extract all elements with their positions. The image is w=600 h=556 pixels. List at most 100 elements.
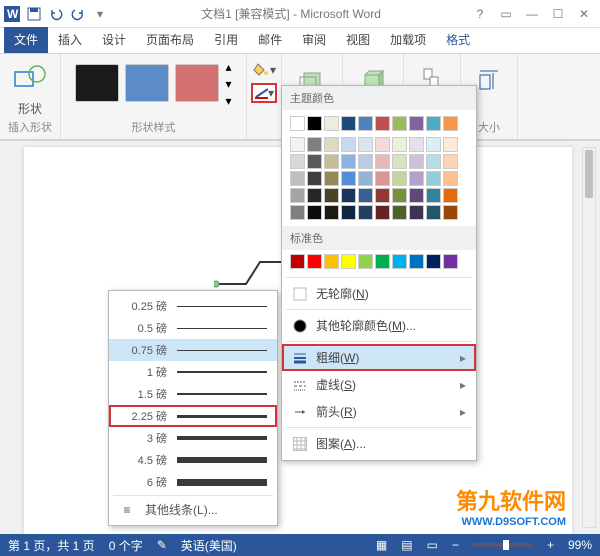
weight-option[interactable]: 4.5 磅 [109,449,277,471]
color-swatch[interactable] [392,205,407,220]
shape-outline-button[interactable]: ▾ [251,83,277,103]
menu-other-lines[interactable]: ≡ 其他线条(L)... [109,498,277,521]
color-swatch[interactable] [307,188,322,203]
status-page[interactable]: 第 1 页，共 1 页 [8,537,95,554]
color-swatch[interactable] [324,254,339,269]
color-swatch[interactable] [307,116,322,131]
color-swatch[interactable] [358,116,373,131]
color-swatch[interactable] [375,154,390,169]
color-swatch[interactable] [375,188,390,203]
zoom-out-icon[interactable]: − [452,538,459,552]
color-swatch[interactable] [426,188,441,203]
style-swatch-blue[interactable] [125,64,169,102]
color-swatch[interactable] [324,116,339,131]
color-swatch[interactable] [341,171,356,186]
weight-option[interactable]: 0.25 磅 [109,295,277,317]
status-language[interactable]: 英语(美国) [181,537,237,554]
view-web-icon[interactable]: ▭ [427,538,438,552]
tab-format[interactable]: 格式 [436,27,480,53]
weight-option[interactable]: 2.25 磅 [109,405,277,427]
view-print-icon[interactable]: ▤ [401,538,412,552]
menu-pattern[interactable]: 图案(A)... [282,430,476,457]
undo-icon[interactable] [46,4,66,24]
color-swatch[interactable] [307,254,322,269]
shape-style-gallery[interactable]: ▴ ▾ ▾ [75,58,231,108]
weight-option[interactable]: 0.5 磅 [109,317,277,339]
color-swatch[interactable] [375,254,390,269]
color-swatch[interactable] [426,205,441,220]
color-swatch[interactable] [443,116,458,131]
menu-no-outline[interactable]: 无轮廓(N) [282,280,476,307]
color-swatch[interactable] [375,171,390,186]
color-swatch[interactable] [324,188,339,203]
weight-option[interactable]: 3 磅 [109,427,277,449]
color-swatch[interactable] [341,154,356,169]
color-swatch[interactable] [341,205,356,220]
tab-addins[interactable]: 加载项 [380,27,436,53]
color-swatch[interactable] [426,116,441,131]
weight-option[interactable]: 6 磅 [109,471,277,493]
view-read-icon[interactable]: ▦ [376,538,387,552]
menu-more-colors[interactable]: 其他轮廓颜色(M)... [282,312,476,339]
color-swatch[interactable] [443,154,458,169]
color-swatch[interactable] [409,254,424,269]
menu-dashes[interactable]: 虚线(S) ▸ [282,371,476,398]
color-swatch[interactable] [426,171,441,186]
maximize-icon[interactable]: ☐ [550,7,566,21]
color-swatch[interactable] [324,205,339,220]
tab-references[interactable]: 引用 [204,27,248,53]
save-icon[interactable] [24,4,44,24]
color-swatch[interactable] [358,154,373,169]
color-swatch[interactable] [392,254,407,269]
color-swatch[interactable] [307,154,322,169]
tab-review[interactable]: 审阅 [292,27,336,53]
help-icon[interactable]: ? [472,7,488,21]
zoom-in-icon[interactable]: + [547,538,554,552]
color-swatch[interactable] [409,137,424,152]
color-swatch[interactable] [324,154,339,169]
color-swatch[interactable] [358,188,373,203]
insert-shape-button[interactable] [10,58,50,100]
gallery-down-icon[interactable]: ▾ [225,77,231,91]
color-swatch[interactable] [443,188,458,203]
tab-layout[interactable]: 页面布局 [136,27,204,53]
weight-option[interactable]: 1 磅 [109,361,277,383]
color-swatch[interactable] [324,171,339,186]
scrollbar-thumb[interactable] [585,150,593,198]
gallery-up-icon[interactable]: ▴ [225,60,231,74]
color-swatch[interactable] [341,254,356,269]
tab-view[interactable]: 视图 [336,27,380,53]
color-swatch[interactable] [426,154,441,169]
status-zoom[interactable]: 99% [568,538,592,552]
redo-icon[interactable] [68,4,88,24]
color-swatch[interactable] [358,137,373,152]
qat-customize-icon[interactable]: ▾ [90,4,110,24]
style-swatch-black[interactable] [75,64,119,102]
color-swatch[interactable] [341,137,356,152]
color-swatch[interactable] [290,188,305,203]
color-swatch[interactable] [290,116,305,131]
color-swatch[interactable] [290,137,305,152]
color-swatch[interactable] [375,116,390,131]
close-icon[interactable]: ✕ [576,7,592,21]
tab-mail[interactable]: 邮件 [248,27,292,53]
color-swatch[interactable] [409,154,424,169]
color-swatch[interactable] [290,205,305,220]
color-swatch[interactable] [426,254,441,269]
color-swatch[interactable] [375,137,390,152]
color-swatch[interactable] [409,116,424,131]
color-swatch[interactable] [392,154,407,169]
color-swatch[interactable] [358,171,373,186]
color-swatch[interactable] [290,254,305,269]
color-swatch[interactable] [443,171,458,186]
style-swatch-red[interactable] [175,64,219,102]
tab-file[interactable]: 文件 [4,27,48,53]
color-swatch[interactable] [307,137,322,152]
status-words[interactable]: 0 个字 [109,537,143,554]
color-swatch[interactable] [409,171,424,186]
ribbon-display-icon[interactable]: ▭ [498,7,514,21]
color-swatch[interactable] [392,188,407,203]
color-swatch[interactable] [307,205,322,220]
color-swatch[interactable] [392,116,407,131]
minimize-icon[interactable]: — [524,7,540,21]
